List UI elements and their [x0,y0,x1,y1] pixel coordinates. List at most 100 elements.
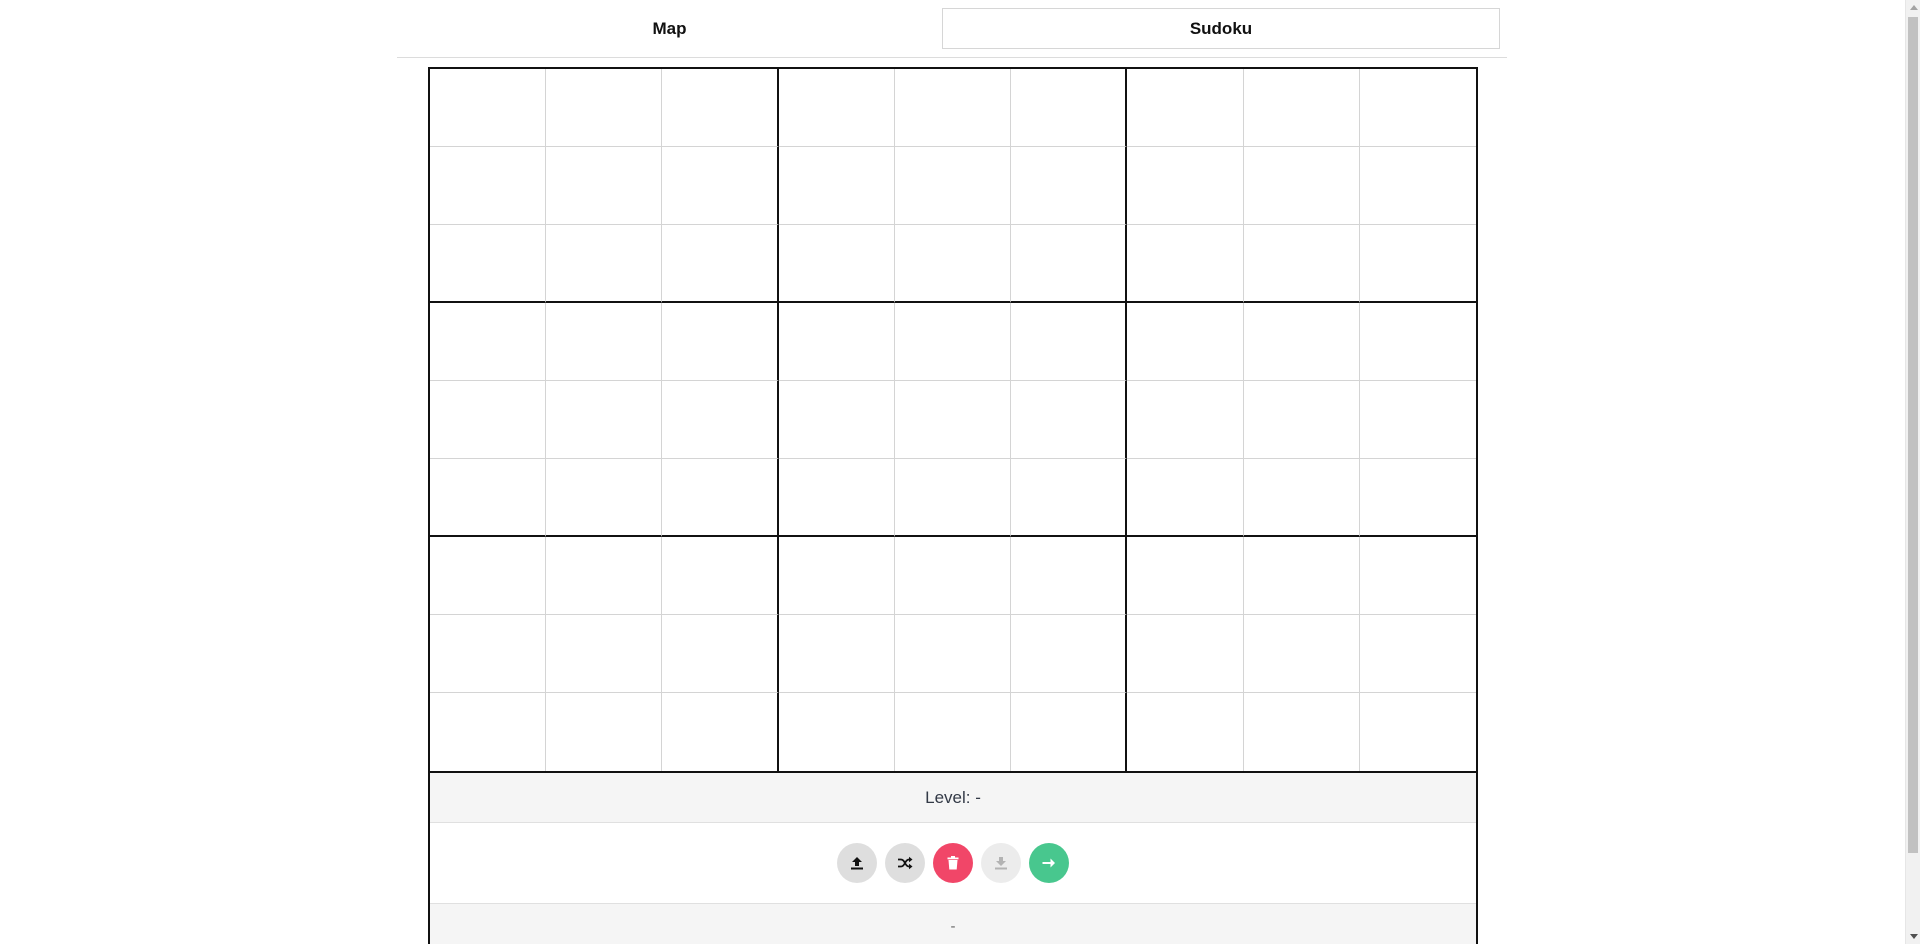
sudoku-cell[interactable] [894,615,1012,693]
sudoku-cell[interactable] [662,225,779,303]
sudoku-cell[interactable] [894,537,1012,615]
sudoku-cell[interactable] [778,225,895,303]
sudoku-cell[interactable] [1127,69,1244,147]
sudoku-cell[interactable] [894,459,1012,537]
sudoku-cell[interactable] [546,225,663,303]
sudoku-cell[interactable] [1011,69,1128,147]
level-bar: Level: - [430,773,1476,823]
control-buttons [430,823,1476,904]
sudoku-cell[interactable] [778,615,895,693]
sudoku-cell[interactable] [1127,459,1244,537]
sudoku-cell[interactable] [1011,381,1128,459]
sudoku-cell[interactable] [430,381,547,459]
sudoku-cell[interactable] [894,693,1012,771]
arrow-right-icon [1042,857,1056,869]
sudoku-cell[interactable] [430,693,547,771]
sudoku-cell[interactable] [1359,225,1476,303]
sudoku-cell[interactable] [894,225,1012,303]
sudoku-cell[interactable] [1243,693,1360,771]
sudoku-cell[interactable] [662,381,779,459]
sudoku-cell[interactable] [778,537,895,615]
sudoku-cell[interactable] [1011,459,1128,537]
delete-button[interactable] [933,843,973,883]
sudoku-cell[interactable] [430,537,547,615]
sudoku-cell[interactable] [1359,615,1476,693]
sudoku-cell[interactable] [1243,225,1360,303]
sudoku-cell[interactable] [1011,147,1128,225]
sudoku-cell[interactable] [1127,537,1244,615]
sudoku-cell[interactable] [1359,537,1476,615]
scroll-down-arrow-icon[interactable] [1906,929,1920,944]
shuffle-button[interactable] [885,843,925,883]
sudoku-cell[interactable] [1127,225,1244,303]
scrollbar-thumb[interactable] [1908,17,1918,853]
next-button[interactable] [1029,843,1069,883]
scroll-up-arrow-icon[interactable] [1906,0,1920,15]
upload-button[interactable] [837,843,877,883]
sudoku-cell[interactable] [1127,615,1244,693]
upload-icon [850,856,864,870]
sudoku-cell[interactable] [662,693,779,771]
sudoku-cell[interactable] [662,459,779,537]
sudoku-cell[interactable] [1127,381,1244,459]
sudoku-cell[interactable] [430,303,547,381]
sudoku-cell[interactable] [546,303,663,381]
sudoku-cell[interactable] [662,69,779,147]
sudoku-cell[interactable] [662,303,779,381]
sudoku-cell[interactable] [778,303,895,381]
sudoku-cell[interactable] [1243,69,1360,147]
trash-icon [947,856,959,870]
sudoku-cell[interactable] [1011,225,1128,303]
sudoku-cell[interactable] [1011,615,1128,693]
tab-sudoku[interactable]: Sudoku [942,8,1500,49]
sudoku-cell[interactable] [546,693,663,771]
sudoku-cell[interactable] [430,225,547,303]
sudoku-cell[interactable] [1243,303,1360,381]
vertical-scrollbar[interactable] [1905,0,1920,944]
sudoku-cell[interactable] [894,303,1012,381]
sudoku-cell[interactable] [546,459,663,537]
sudoku-cell[interactable] [546,615,663,693]
sudoku-cell[interactable] [1127,693,1244,771]
sudoku-cell[interactable] [1127,303,1244,381]
sudoku-cell[interactable] [1359,693,1476,771]
sudoku-cell[interactable] [778,459,895,537]
sudoku-cell[interactable] [1359,69,1476,147]
sudoku-cell[interactable] [1243,147,1360,225]
sudoku-cell[interactable] [894,69,1012,147]
shuffle-icon [897,856,913,870]
sudoku-cell[interactable] [546,381,663,459]
sudoku-cell[interactable] [778,69,895,147]
sudoku-cell[interactable] [662,147,779,225]
sudoku-cell[interactable] [1359,147,1476,225]
sudoku-cell[interactable] [1127,147,1244,225]
sudoku-cell[interactable] [1359,303,1476,381]
sudoku-cell[interactable] [1011,537,1128,615]
sudoku-cell[interactable] [1011,303,1128,381]
sudoku-cell[interactable] [1243,381,1360,459]
sudoku-cell[interactable] [546,147,663,225]
sudoku-cell[interactable] [662,615,779,693]
sudoku-cell[interactable] [430,69,547,147]
sudoku-cell[interactable] [1243,615,1360,693]
sudoku-cell[interactable] [894,147,1012,225]
sudoku-cell[interactable] [430,615,547,693]
tab-map[interactable]: Map [397,8,942,49]
sudoku-cell[interactable] [1011,693,1128,771]
sudoku-cell[interactable] [546,537,663,615]
sudoku-cell[interactable] [546,69,663,147]
download-icon [994,856,1008,870]
sudoku-cell[interactable] [430,459,547,537]
sudoku-cell[interactable] [778,381,895,459]
sudoku-cell[interactable] [1243,459,1360,537]
sudoku-cell[interactable] [1359,459,1476,537]
download-button[interactable] [981,843,1021,883]
sudoku-cell[interactable] [778,147,895,225]
sudoku-cell[interactable] [1359,381,1476,459]
sudoku-cell[interactable] [894,381,1012,459]
sudoku-cell[interactable] [430,147,547,225]
sudoku-cell[interactable] [778,693,895,771]
sudoku-cell[interactable] [1243,537,1360,615]
sudoku-cell[interactable] [662,537,779,615]
tab-bar: Map Sudoku [397,0,1507,58]
